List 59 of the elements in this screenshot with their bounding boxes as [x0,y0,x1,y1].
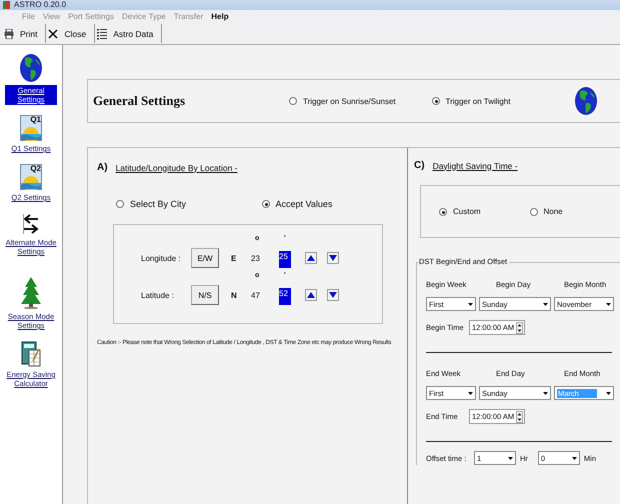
radio-button[interactable] [262,200,270,208]
arrows-icon [22,213,40,235]
degrees-value: 47 [251,290,261,300]
caret-icon [467,390,474,396]
radio-label[interactable]: None [544,207,563,216]
window-title: ASTRO 0.20.0 [14,0,66,10]
calculator-icon [21,341,41,367]
section-heading: Daylight Saving Time - [432,160,518,170]
section-marker: C) [414,160,425,171]
spinner-icon [516,322,523,334]
radio-button[interactable] [432,97,440,105]
app-icon [3,1,10,9]
hemisphere-value: E [231,254,238,262]
radio-label[interactable]: Trigger on Sunrise/Sunset [303,96,396,106]
caret-icon [605,390,612,396]
radio-label[interactable]: Select By City [130,199,186,209]
sunrise-icon [20,164,42,190]
toolbar-button[interactable]: Print [2,24,46,43]
globe-icon [574,86,598,116]
toolbar-button[interactable]: Astro Data [95,24,162,43]
toolbar-button[interactable]: Close [46,24,96,43]
minutes-field[interactable]: 25 [279,251,291,268]
radio-button[interactable] [289,97,297,105]
caret-icon [570,454,578,462]
down-arrow-icon[interactable] [327,289,339,301]
hemisphere-button[interactable]: E/W [191,248,219,268]
radio-label[interactable]: Custom [453,207,481,216]
icon-caption: Q2 [30,164,41,173]
section-heading: Latitude/Longitude By Location - [116,162,238,172]
list-icon [97,28,108,40]
globe-icon [19,53,43,83]
hemisphere-button[interactable]: N/S [191,285,219,305]
caret-icon [507,454,514,462]
caret-icon [605,300,612,308]
degrees-value: 23 [251,254,261,262]
caret-icon [542,390,549,396]
radio-button[interactable] [530,208,538,216]
section-marker: A) [97,162,108,173]
field-label: Latitude : [141,290,175,300]
radio-button[interactable] [439,208,447,216]
close-icon [48,28,58,38]
icon-caption: Q1 [30,115,41,124]
down-arrow-icon[interactable] [327,252,339,264]
radio-label[interactable]: Accept Values [276,199,332,209]
caret-icon [542,300,549,308]
spinner-icon [516,410,523,422]
field-label: Longitude : [141,254,182,262]
sunrise-icon [20,115,42,141]
menu-item[interactable]: Help [211,11,229,22]
up-arrow-icon[interactable] [305,252,317,264]
radio-button[interactable] [116,200,124,208]
tree-icon [21,277,41,309]
minutes-field[interactable]: 52 [279,288,291,305]
section-title: General Settings [93,93,186,109]
printer-icon [4,28,14,38]
caret-icon [467,300,474,308]
hemisphere-value: N [231,290,238,300]
up-arrow-icon[interactable] [305,289,317,301]
radio-label[interactable]: Trigger on Twilight [446,96,510,106]
